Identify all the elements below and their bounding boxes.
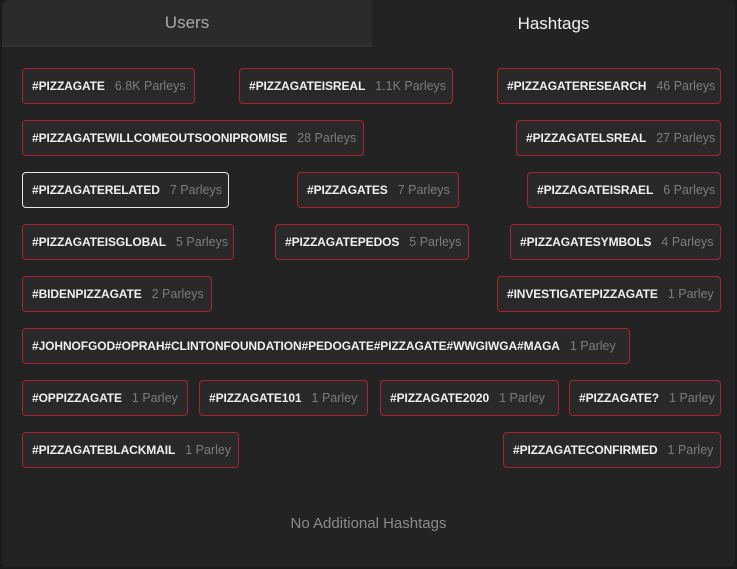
- hashtag-count: 1 Parley: [131, 391, 178, 405]
- hashtag-chip[interactable]: #OPPIZZAGATE 1 Parley: [22, 380, 188, 416]
- hashtag-chip[interactable]: #PIZZAGATE2020 1 Parley: [380, 380, 559, 416]
- hashtag-chip[interactable]: #PIZZAGATEISRAEL 6 Parleys: [527, 172, 721, 208]
- hashtag-chip[interactable]: #PIZZAGATE101 1 Parley: [199, 380, 368, 416]
- hashtag-chip[interactable]: #JOHNOFGOD#OPRAH#CLINTONFOUNDATION#PEDOG…: [22, 328, 630, 364]
- hashtag-name: #PIZZAGATELSREAL: [526, 131, 647, 145]
- hashtag-chip[interactable]: #PIZZAGATESYMBOLS 4 Parleys: [510, 224, 721, 260]
- hashtag-count: 7 Parleys: [169, 183, 222, 197]
- hashtag-name: #PIZZAGATE101: [209, 391, 302, 405]
- hashtag-count: 28 Parleys: [297, 131, 357, 145]
- hashtag-count: 6 Parleys: [663, 183, 716, 197]
- hashtag-chip[interactable]: #PIZZAGATERESEARCH 46 Parleys: [497, 68, 721, 104]
- tab-hashtags[interactable]: Hashtags: [372, 0, 735, 47]
- hashtag-count: 1 Parley: [499, 391, 545, 405]
- hashtag-name: #PIZZAGATECONFIRMED: [513, 443, 658, 457]
- hashtag-count: 5 Parleys: [175, 235, 229, 249]
- hashtag-name: #PIZZAGATEBLACKMAIL: [32, 443, 176, 457]
- hashtag-count: 5 Parleys: [409, 235, 462, 249]
- hashtag-name: #PIZZAGATE2020: [390, 391, 490, 405]
- hashtag-chip[interactable]: #PIZZAGATEBLACKMAIL 1 Parley: [22, 432, 239, 468]
- hashtag-name: #PIZZAGATEISGLOBAL: [32, 235, 166, 249]
- hashtag-count: 46 Parleys: [656, 79, 716, 93]
- hashtag-count: 1 Parley: [669, 391, 715, 405]
- hashtag-count: 1 Parley: [667, 443, 714, 457]
- hashtag-chip[interactable]: #PIZZAGATEWILLCOMEOUTSOONIPROMISE 28 Par…: [22, 120, 364, 156]
- hashtag-count: 1 Parley: [311, 391, 358, 405]
- hashtag-name: #PIZZAGATEISRAEL: [537, 183, 654, 197]
- hashtag-count: 1.1K Parleys: [375, 79, 447, 93]
- hashtag-chip[interactable]: #BIDENPIZZAGATE 2 Parleys: [22, 276, 212, 312]
- hashtag-chip[interactable]: #PIZZAGATEISGLOBAL 5 Parleys: [22, 224, 234, 260]
- hashtag-name: #PIZZAGATEPEDOS: [285, 235, 400, 249]
- hashtag-name: #PIZZAGATERESEARCH: [507, 79, 647, 93]
- tab-users[interactable]: Users: [2, 0, 372, 47]
- hashtag-count: 27 Parleys: [656, 131, 716, 145]
- hashtag-chip[interactable]: #PIZZAGATE? 1 Parley: [569, 380, 721, 416]
- hashtag-chip[interactable]: #PIZZAGATELSREAL 27 Parleys: [516, 120, 721, 156]
- hashtag-chip[interactable]: #PIZZAGATE 6.8K Parleys: [22, 68, 195, 104]
- hashtag-chip[interactable]: #PIZZAGATEISREAL 1.1K Parleys: [239, 68, 453, 104]
- hashtag-count: 1 Parley: [569, 339, 616, 353]
- hashtag-name: #PIZZAGATEWILLCOMEOUTSOONIPROMISE: [32, 131, 288, 145]
- hashtag-count: 4 Parleys: [661, 235, 714, 249]
- hashtag-chip[interactable]: #PIZZAGATECONFIRMED 1 Parley: [503, 432, 721, 468]
- hashtag-name: #PIZZAGATE?: [579, 391, 660, 405]
- hashtag-name: #BIDENPIZZAGATE: [32, 287, 142, 301]
- hashtag-count: 2 Parleys: [151, 287, 204, 301]
- hashtag-name: #PIZZAGATES: [307, 183, 388, 197]
- no-more-hashtags-message: No Additional Hashtags: [290, 515, 447, 532]
- hashtag-count: 1 Parley: [667, 287, 714, 301]
- hashtag-name: #JOHNOFGOD#OPRAH#CLINTONFOUNDATION#PEDOG…: [32, 339, 560, 353]
- hashtag-name: #OPPIZZAGATE: [32, 391, 122, 405]
- hashtag-name: #INVESTIGATEPIZZAGATE: [507, 287, 658, 301]
- hashtag-name: #PIZZAGATESYMBOLS: [520, 235, 652, 249]
- hashtag-count: 6.8K Parleys: [114, 79, 186, 93]
- hashtag-chip[interactable]: #INVESTIGATEPIZZAGATE 1 Parley: [497, 276, 721, 312]
- hashtag-name: #PIZZAGATE: [32, 79, 105, 93]
- tab-bar: Users Hashtags: [2, 0, 735, 47]
- hashtag-chip[interactable]: #PIZZAGATEPEDOS 5 Parleys: [275, 224, 469, 260]
- hashtag-chip[interactable]: #PIZZAGATES 7 Parleys: [297, 172, 459, 208]
- hashtag-chip-selected[interactable]: #PIZZAGATERELATED 7 Parleys: [22, 172, 229, 208]
- hashtag-panel: Users Hashtags #PIZZAGATE 6.8K Parleys #…: [2, 0, 735, 567]
- hashtag-count: 7 Parleys: [397, 183, 450, 197]
- hashtag-name: #PIZZAGATEISREAL: [249, 79, 366, 93]
- hashtag-name: #PIZZAGATERELATED: [32, 183, 160, 197]
- hashtag-count: 1 Parley: [185, 443, 232, 457]
